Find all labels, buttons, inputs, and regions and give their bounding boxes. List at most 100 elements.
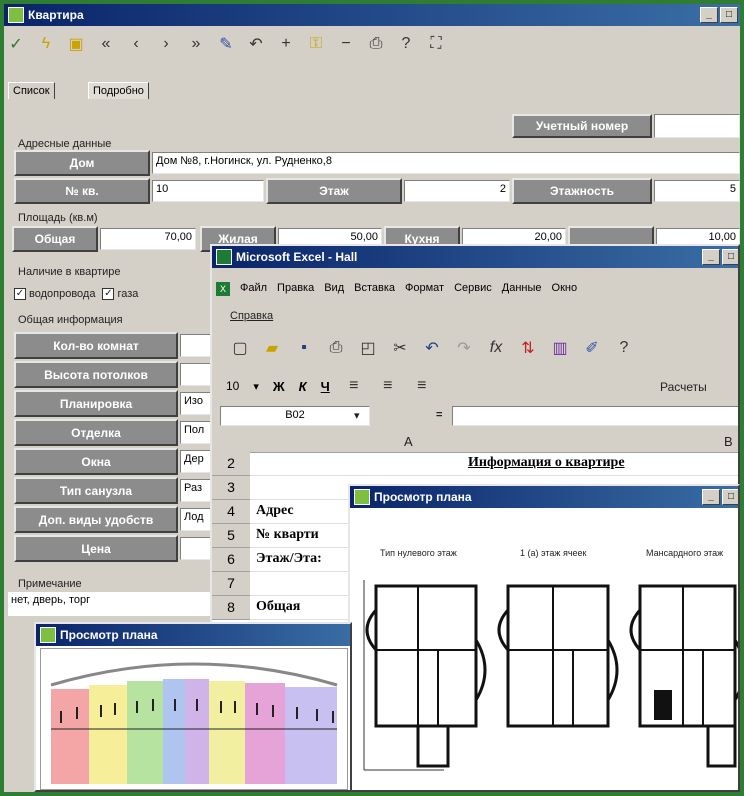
excel-menu-item[interactable]: Вставка [354, 282, 395, 296]
bold-button[interactable]: Ж [273, 379, 285, 394]
minimize-button[interactable]: _ [702, 489, 720, 505]
print-icon[interactable]: ⎙ [326, 338, 346, 358]
account-number-field[interactable] [654, 114, 740, 138]
name-box[interactable]: B02 [220, 406, 370, 426]
last-record-icon[interactable]: » [186, 34, 206, 54]
row-header[interactable]: 8 [212, 596, 250, 620]
align-left-icon[interactable]: ≡ [344, 376, 364, 396]
general-info-button[interactable]: Доп. виды удобств [14, 506, 178, 533]
excel-menu-item[interactable]: Правка [277, 282, 314, 296]
name-box-dropdown-icon[interactable]: ▾ [354, 409, 360, 422]
check-icon[interactable]: ✓ [6, 34, 26, 54]
house-field[interactable]: Дом №8, г.Ногинск, ул. Рудненко,8 [152, 152, 740, 174]
water-checkbox-row[interactable]: ✓ водопровода ✓ газа [14, 288, 138, 300]
apartment-number-button[interactable]: № кв. [14, 178, 150, 204]
total-area-button[interactable]: Общая [12, 226, 98, 252]
general-info-field[interactable]: Раз [180, 479, 212, 502]
house-button[interactable]: Дом [14, 150, 150, 176]
menu-help[interactable]: Справка [230, 310, 273, 322]
worksheet-cell[interactable]: № кварти [256, 527, 319, 543]
column-header-a[interactable]: A [404, 434, 413, 449]
undo-icon[interactable]: ↶ [246, 34, 266, 54]
minimize-button[interactable]: _ [702, 249, 720, 265]
general-info-button[interactable]: Тип санузла [14, 477, 178, 504]
align-center-icon[interactable]: ≡ [378, 376, 398, 396]
general-info-button[interactable]: Отделка [14, 419, 178, 446]
excel-menu-item[interactable]: Формат [405, 282, 444, 296]
chart-icon[interactable]: ▥ [550, 338, 570, 358]
excel-menu-item[interactable]: Файл [240, 282, 267, 296]
function-icon[interactable]: fx [486, 338, 506, 358]
tab-list[interactable]: Список [8, 82, 55, 99]
account-number-button[interactable]: Учетный номер [512, 114, 652, 138]
general-info-field[interactable] [180, 363, 212, 386]
prev-record-icon[interactable]: ‹ [126, 34, 146, 54]
underline-button[interactable]: Ч [321, 379, 330, 394]
save-icon[interactable]: ▪ [294, 338, 314, 358]
tab-details[interactable]: Подробно [88, 82, 149, 99]
drawing-icon[interactable]: ✐ [582, 338, 602, 358]
add-icon[interactable]: + [276, 34, 296, 54]
general-info-button[interactable]: Окна [14, 448, 178, 475]
general-info-field[interactable]: Дер [180, 450, 212, 473]
font-size-select[interactable]: 10 [226, 379, 239, 393]
next-record-icon[interactable]: › [156, 34, 176, 54]
row-header[interactable]: 3 [212, 476, 250, 500]
general-info-button[interactable]: Планировка [14, 390, 178, 417]
excel-menu-item[interactable]: Вид [324, 282, 344, 296]
notes-field[interactable]: нет, дверь, торг [8, 592, 212, 616]
print-preview-icon[interactable]: ◰ [358, 338, 378, 358]
total-area-field[interactable]: 70,00 [100, 228, 196, 250]
first-record-icon[interactable]: « [96, 34, 116, 54]
general-info-button[interactable]: Цена [14, 535, 178, 562]
maximize-button[interactable]: □ [720, 7, 738, 23]
undo-icon[interactable]: ↶ [422, 338, 442, 358]
floors-count-button[interactable]: Этажность [512, 178, 652, 204]
row-header[interactable]: 6 [212, 548, 250, 572]
floor-field[interactable]: 2 [404, 180, 510, 202]
apartment-number-field[interactable]: 10 [152, 180, 264, 202]
row-header[interactable]: 5 [212, 524, 250, 548]
sort-icon[interactable]: ⇅ [518, 338, 538, 358]
key-icon[interactable]: ⚿ [306, 34, 326, 54]
minimize-button[interactable]: _ [700, 7, 718, 23]
calculations-toolbar-label[interactable]: Расчеты [660, 380, 707, 394]
general-info-button[interactable]: Высота потолков [14, 361, 178, 388]
edit-icon[interactable]: ✎ [216, 34, 236, 54]
dropdown-arrow-icon[interactable]: ▾ [253, 380, 259, 393]
excel-menu-item[interactable]: Данные [502, 282, 542, 296]
row-header[interactable]: 2 [212, 452, 250, 476]
fullscreen-icon[interactable]: ⛶ [426, 34, 446, 54]
general-info-button[interactable]: Кол-во комнат [14, 332, 178, 359]
print-icon[interactable]: ⎙ [366, 34, 386, 54]
help-icon[interactable]: ? [614, 338, 634, 358]
redo-icon[interactable]: ↷ [454, 338, 474, 358]
floors-count-field[interactable]: 5 [654, 180, 740, 202]
general-info-field[interactable]: Изо [180, 392, 212, 415]
column-header-b[interactable]: B [724, 434, 733, 449]
worksheet-cell[interactable]: Адрес [256, 503, 294, 519]
help-icon[interactable]: ? [396, 34, 416, 54]
worksheet-cell[interactable]: Информация о квартире [468, 455, 625, 471]
remove-icon[interactable]: − [336, 34, 356, 54]
checkbox-checked-icon[interactable]: ✓ [14, 288, 26, 300]
cut-icon[interactable]: ✂ [390, 338, 410, 358]
excel-menu-item[interactable]: Окно [552, 282, 578, 296]
floor-button[interactable]: Этаж [266, 178, 402, 204]
italic-button[interactable]: К [299, 379, 307, 394]
open-folder-icon[interactable]: ▰ [262, 338, 282, 358]
general-info-field[interactable] [180, 537, 212, 560]
row-header[interactable]: 7 [212, 572, 250, 596]
excel-menu-item[interactable]: Сервис [454, 282, 492, 296]
new-document-icon[interactable]: ▢ [230, 338, 250, 358]
align-right-icon[interactable]: ≡ [412, 376, 432, 396]
formula-bar[interactable] [452, 406, 738, 426]
maximize-button[interactable]: □ [722, 489, 738, 505]
checkbox-checked-icon[interactable]: ✓ [102, 288, 115, 300]
row-header[interactable]: 4 [212, 500, 250, 524]
general-info-field[interactable]: Лод [180, 508, 212, 531]
worksheet-cell[interactable]: Этаж/Эта: [256, 551, 322, 567]
general-info-field[interactable]: Пол [180, 421, 212, 444]
worksheet-cell[interactable]: Общая [256, 599, 300, 615]
lightning-icon[interactable]: ϟ [36, 34, 56, 54]
